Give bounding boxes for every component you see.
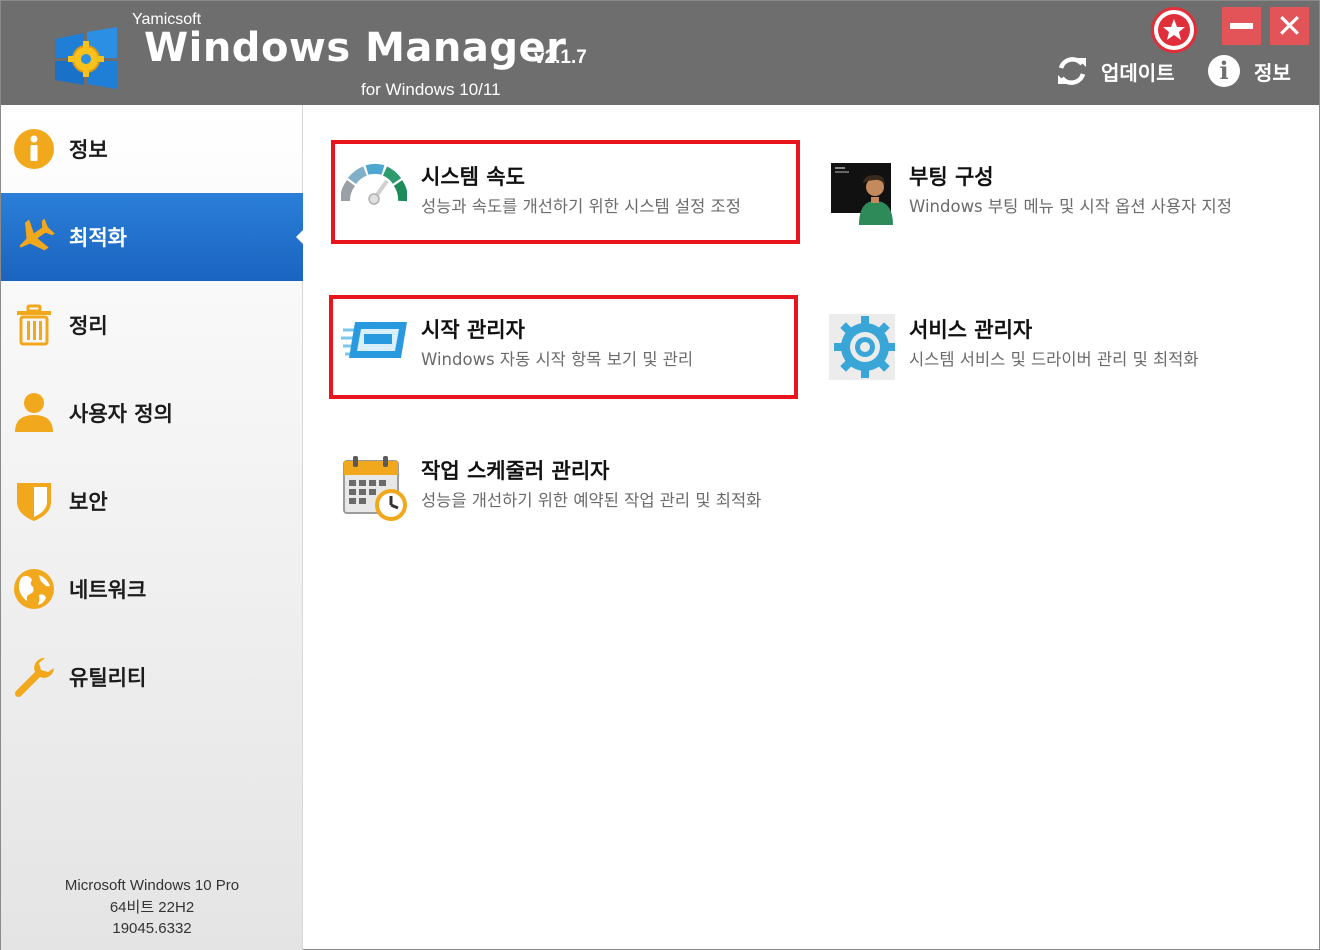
card-boot-configuration[interactable]: 부팅 구성 Windows 부팅 메뉴 및 시작 옵션 사용자 지정 (829, 161, 1299, 231)
card-title: 부팅 구성 (909, 165, 994, 189)
version-label: v2.1.7 (534, 47, 587, 68)
sidebar-item-label: 유틸리티 (69, 666, 147, 690)
card-title: 서비스 관리자 (909, 318, 1033, 342)
sidebar-item-cleanup[interactable]: 정리 (1, 281, 303, 369)
sidebar-item-optimize[interactable]: 최적화 (1, 193, 304, 281)
sidebar-item-security[interactable]: 보안 (1, 457, 303, 545)
card-description: 시스템 서비스 및 드라이버 관리 및 최적화 (909, 350, 1199, 369)
card-title: 작업 스케줄러 관리자 (421, 459, 610, 483)
sidebar-item-label: 보안 (69, 490, 108, 514)
card-task-scheduler-manager[interactable]: 작업 스케줄러 관리자 성능을 개선하기 위한 예약된 작업 관리 및 최적화 (341, 455, 791, 535)
title-bar: Yamicsoft Windows Manager v2.1.7 for Win… (1, 1, 1319, 105)
card-title: 시작 관리자 (421, 318, 525, 342)
airplane-icon (19, 218, 55, 251)
close-button[interactable]: ✕ (1270, 7, 1309, 45)
shield-icon (17, 483, 51, 521)
card-description: 성능과 속도를 개선하기 위한 시스템 설정 조정 (421, 197, 741, 216)
calendar-clock-icon (343, 456, 407, 521)
refresh-icon (1058, 57, 1086, 85)
favorite-button[interactable] (1151, 7, 1197, 53)
info-circle-icon: i (1208, 55, 1240, 87)
os-name: Microsoft Windows 10 Pro (64, 877, 240, 894)
app-logo-icon (55, 27, 117, 89)
card-service-manager[interactable]: 서비스 관리자 시스템 서비스 및 드라이버 관리 및 최적화 (829, 314, 1299, 384)
os-architecture: 64비트 22H2 (109, 898, 195, 916)
card-description: Windows 자동 시작 항목 보기 및 관리 (421, 350, 694, 369)
system-info: Microsoft Windows 10 Pro 64비트 22H2 19045… (1, 875, 303, 940)
info-icon (14, 129, 54, 169)
sidebar-item-label: 네트워크 (69, 578, 147, 602)
about-button[interactable]: i 정보 (1208, 53, 1291, 89)
sidebar-item-customize[interactable]: 사용자 정의 (1, 369, 303, 457)
wrench-icon (14, 658, 54, 698)
app-subtitle: for Windows 10/11 (361, 80, 501, 99)
about-label: 정보 (1254, 60, 1291, 85)
minimize-button[interactable] (1222, 7, 1261, 45)
update-button[interactable]: 업데이트 (1055, 53, 1175, 89)
card-system-speed[interactable]: 시스템 속도 성능과 속도를 개선하기 위한 시스템 설정 조정 (341, 161, 791, 231)
gear-icon (829, 314, 895, 380)
sidebar: 정보 최적화 정리 사용자 정의 보안 네트워크 유틸리티 Microsoft … (1, 105, 304, 950)
sidebar-item-utilities[interactable]: 유틸리티 (1, 633, 303, 721)
os-build: 19045.6332 (112, 920, 192, 937)
star-icon (1158, 14, 1190, 46)
user-icon (15, 393, 53, 432)
app-window: Yamicsoft Windows Manager v2.1.7 for Win… (0, 0, 1320, 950)
sidebar-item-label: 최적화 (69, 226, 127, 250)
card-title: 시스템 속도 (421, 165, 525, 189)
update-label: 업데이트 (1101, 60, 1175, 85)
card-description: 성능을 개선하기 위한 예약된 작업 관리 및 최적화 (421, 491, 762, 510)
sidebar-item-label: 정리 (69, 314, 108, 338)
sidebar-item-info[interactable]: 정보 (1, 105, 303, 193)
card-description: Windows 부팅 메뉴 및 시작 옵션 사용자 지정 (909, 197, 1232, 216)
app-title: Windows Manager (144, 25, 567, 71)
startup-window-icon (341, 322, 407, 358)
speedometer-icon (341, 163, 407, 205)
sidebar-item-label: 정보 (69, 138, 108, 162)
trash-icon (17, 304, 51, 346)
sidebar-item-network[interactable]: 네트워크 (1, 545, 303, 633)
globe-icon (14, 569, 54, 609)
sidebar-item-label: 사용자 정의 (69, 402, 173, 426)
boot-console-icon (831, 163, 893, 225)
card-startup-manager[interactable]: 시작 관리자 Windows 자동 시작 항목 보기 및 관리 (341, 314, 791, 384)
